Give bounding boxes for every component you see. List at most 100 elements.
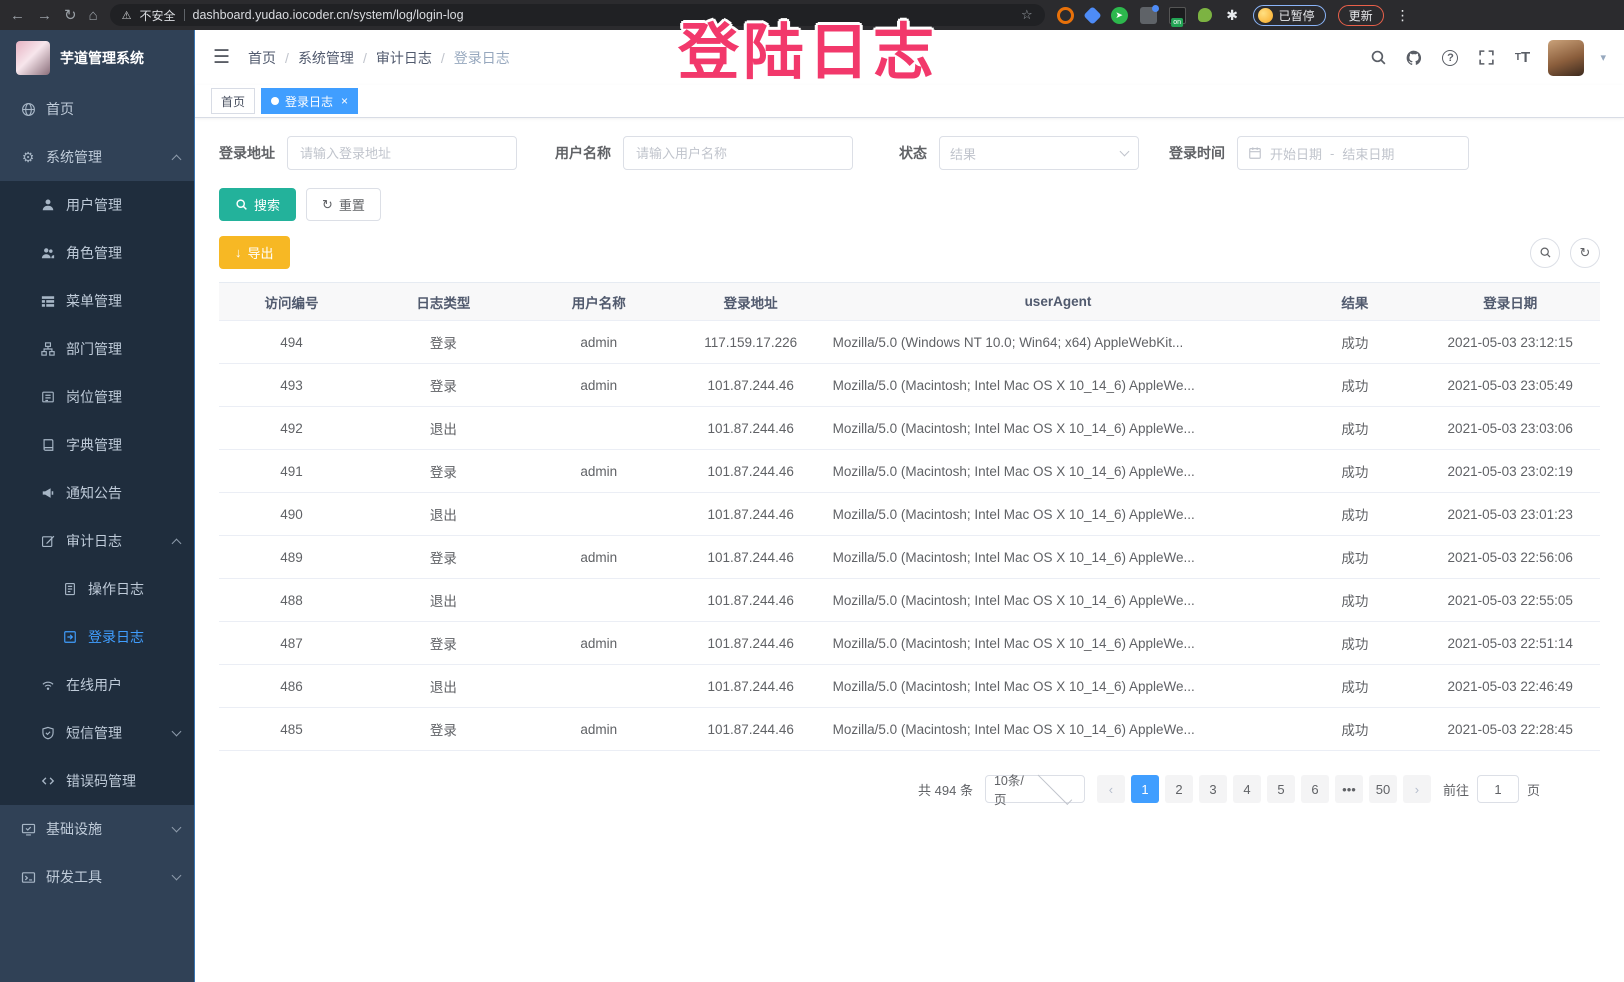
security-label[interactable]: 不安全 bbox=[140, 7, 176, 24]
reset-button[interactable]: ↻ 重置 bbox=[306, 188, 381, 221]
page-button[interactable]: 4 bbox=[1233, 775, 1261, 803]
hamburger-icon[interactable]: ☰ bbox=[213, 46, 230, 69]
extension-puzzle-icon[interactable]: ✱ bbox=[1224, 7, 1241, 24]
sidebar-item-online-users[interactable]: 在线用户 bbox=[0, 661, 194, 709]
extension-sprout-icon[interactable] bbox=[1198, 8, 1212, 22]
browser-menu-icon[interactable]: ⋮ bbox=[1396, 7, 1410, 24]
logo[interactable]: 芋道管理系统 bbox=[0, 30, 194, 85]
table-row: 490 退出 101.87.244.46 Mozilla/5.0 (Macint… bbox=[219, 493, 1600, 536]
goto-label: 前往 bbox=[1443, 780, 1469, 799]
user-avatar[interactable] bbox=[1548, 40, 1584, 76]
code-icon bbox=[40, 774, 56, 788]
cell-date: 2021-05-03 23:12:15 bbox=[1420, 321, 1600, 364]
next-page-button[interactable]: › bbox=[1403, 775, 1431, 803]
login-address-input[interactable] bbox=[287, 136, 517, 170]
date-range-picker[interactable]: 开始日期 - 结束日期 bbox=[1237, 136, 1469, 170]
browser-home-icon[interactable]: ⌂ bbox=[89, 8, 98, 23]
cell-type: 登录 bbox=[364, 364, 523, 407]
prev-page-button[interactable]: ‹ bbox=[1097, 775, 1125, 803]
login-address-group: 登录地址 bbox=[219, 136, 517, 170]
extension-orange-ring-icon[interactable] bbox=[1057, 7, 1074, 24]
bookmark-star-icon[interactable]: ☆ bbox=[1021, 7, 1033, 23]
cell-user bbox=[523, 407, 675, 450]
tag-login-log[interactable]: 登录日志 × bbox=[261, 88, 358, 114]
sidebar-item-label: 岗位管理 bbox=[66, 387, 122, 407]
toggle-search-button[interactable] bbox=[1530, 238, 1560, 268]
cell-id: 493 bbox=[219, 364, 364, 407]
page-button[interactable]: 50 bbox=[1369, 775, 1397, 803]
sidebar-item-login-log[interactable]: 登录日志 bbox=[0, 613, 194, 661]
cell-type: 登录 bbox=[364, 536, 523, 579]
github-icon[interactable] bbox=[1404, 48, 1424, 68]
tree-table-icon bbox=[40, 294, 56, 308]
cell-date: 2021-05-03 23:03:06 bbox=[1420, 407, 1600, 450]
avatar-caret-icon[interactable]: ▾ bbox=[1600, 51, 1606, 64]
table-row: 485 登录 admin 101.87.244.46 Mozilla/5.0 (… bbox=[219, 708, 1600, 751]
app-window: 芋道管理系统 首页 ⚙ 系统管理 用户管理 角色管理 菜单 bbox=[0, 30, 1624, 982]
refresh-table-button[interactable]: ↻ bbox=[1570, 238, 1600, 268]
column-header: 用户名称 bbox=[523, 283, 675, 321]
more-pages-button[interactable]: ••• bbox=[1335, 775, 1363, 803]
extension-grid-icon[interactable] bbox=[1140, 7, 1157, 24]
url-text[interactable]: dashboard.yudao.iocoder.cn/system/log/lo… bbox=[193, 8, 1013, 22]
sidebar-item-notices[interactable]: 通知公告 bbox=[0, 469, 194, 517]
sidebar-item-dev-tools[interactable]: 研发工具 bbox=[0, 853, 194, 901]
extension-list-icon[interactable]: on bbox=[1169, 7, 1186, 24]
sidebar-item-roles[interactable]: 角色管理 bbox=[0, 229, 194, 277]
cell-ip: 101.87.244.46 bbox=[675, 493, 827, 536]
page-button[interactable]: 5 bbox=[1267, 775, 1295, 803]
search-button[interactable]: 搜索 bbox=[219, 188, 296, 221]
tag-home[interactable]: 首页 bbox=[211, 88, 255, 114]
browser-update-button[interactable]: 更新 bbox=[1338, 5, 1384, 26]
sidebar-item-system[interactable]: ⚙ 系统管理 bbox=[0, 133, 194, 181]
login-log-table: 访问编号 日志类型 用户名称 登录地址 userAgent 结果 登录日期 49… bbox=[219, 282, 1600, 751]
monitor-check-icon bbox=[20, 822, 36, 837]
page-button[interactable]: 1 bbox=[1131, 775, 1159, 803]
sidebar-item-users[interactable]: 用户管理 bbox=[0, 181, 194, 229]
fullscreen-icon[interactable] bbox=[1476, 48, 1496, 68]
page-button[interactable]: 2 bbox=[1165, 775, 1193, 803]
cell-user-agent: Mozilla/5.0 (Macintosh; Intel Mac OS X 1… bbox=[827, 622, 1290, 665]
profile-paused-chip[interactable]: 已暂停 bbox=[1253, 5, 1326, 26]
sidebar-item-sms[interactable]: 短信管理 bbox=[0, 709, 194, 757]
browser-reload-icon[interactable]: ↻ bbox=[64, 8, 77, 23]
font-size-icon[interactable]: TT bbox=[1512, 48, 1532, 68]
sidebar-item-dict[interactable]: 字典管理 bbox=[0, 421, 194, 469]
sidebar-item-home[interactable]: 首页 bbox=[0, 85, 194, 133]
close-icon[interactable]: × bbox=[341, 94, 348, 108]
sidebar-item-audit-log[interactable]: 审计日志 bbox=[0, 517, 194, 565]
breadcrumb-item[interactable]: 审计日志 bbox=[376, 48, 432, 68]
login-log-icon bbox=[62, 630, 78, 644]
cell-user bbox=[523, 493, 675, 536]
username-input[interactable] bbox=[623, 136, 853, 170]
sidebar-item-posts[interactable]: 岗位管理 bbox=[0, 373, 194, 421]
page-button[interactable]: 6 bbox=[1301, 775, 1329, 803]
extension-blue-gem-icon[interactable] bbox=[1083, 6, 1101, 24]
breadcrumb-separator: / bbox=[441, 50, 445, 66]
search-icon[interactable] bbox=[1368, 48, 1388, 68]
browser-back-icon[interactable]: ← bbox=[10, 8, 25, 23]
column-header: 日志类型 bbox=[364, 283, 523, 321]
page-button[interactable]: 3 bbox=[1199, 775, 1227, 803]
export-button[interactable]: ↓ 导出 bbox=[219, 236, 290, 269]
sidebar-item-infrastructure[interactable]: 基础设施 bbox=[0, 805, 194, 853]
cell-user-agent: Mozilla/5.0 (Macintosh; Intel Mac OS X 1… bbox=[827, 493, 1290, 536]
sidebar-item-error-codes[interactable]: 错误码管理 bbox=[0, 757, 194, 805]
sidebar-item-menus[interactable]: 菜单管理 bbox=[0, 277, 194, 325]
cell-result: 成功 bbox=[1289, 708, 1420, 751]
cell-user-agent: Mozilla/5.0 (Macintosh; Intel Mac OS X 1… bbox=[827, 665, 1290, 708]
gear-icon: ⚙ bbox=[20, 149, 36, 166]
sidebar-item-departments[interactable]: 部门管理 bbox=[0, 325, 194, 373]
tag-label: 登录日志 bbox=[285, 93, 333, 110]
goto-page-input[interactable] bbox=[1477, 775, 1519, 803]
breadcrumb-item[interactable]: 首页 bbox=[248, 48, 276, 68]
browser-forward-icon[interactable]: → bbox=[37, 8, 52, 23]
address-bar[interactable]: ⚠ 不安全 dashboard.yudao.iocoder.cn/system/… bbox=[110, 4, 1045, 26]
breadcrumb-item[interactable]: 系统管理 bbox=[298, 48, 354, 68]
sidebar-item-operation-log[interactable]: 操作日志 bbox=[0, 565, 194, 613]
status-select[interactable]: 结果 bbox=[939, 136, 1139, 170]
page-size-select[interactable]: 10条/页 bbox=[985, 775, 1085, 803]
help-icon[interactable]: ? bbox=[1440, 48, 1460, 68]
sidebar-item-label: 首页 bbox=[46, 99, 74, 119]
extension-green-circle-icon[interactable]: ➤ bbox=[1111, 7, 1128, 24]
